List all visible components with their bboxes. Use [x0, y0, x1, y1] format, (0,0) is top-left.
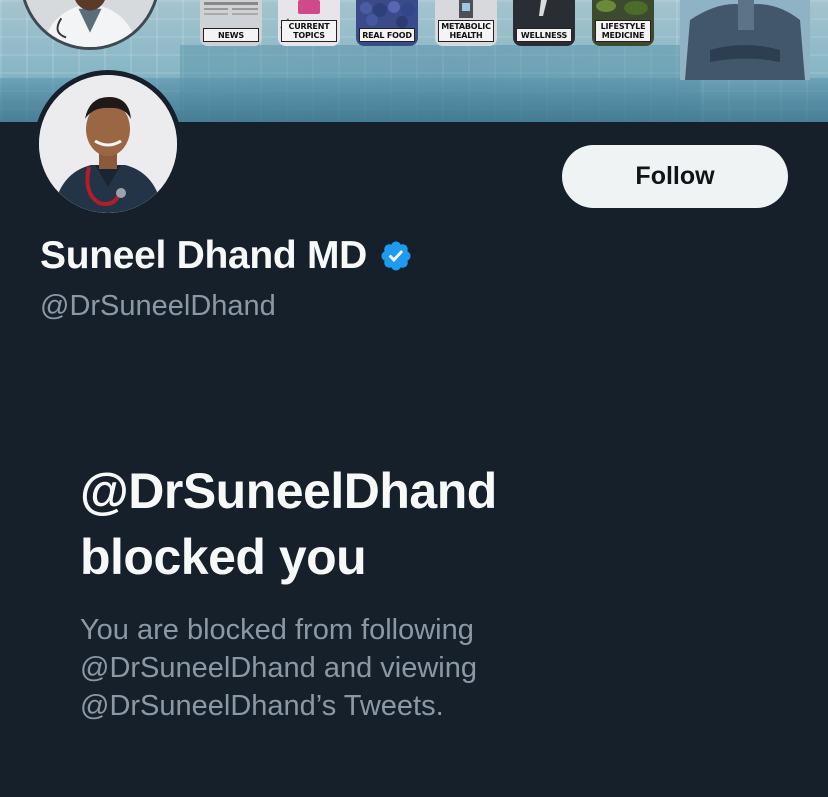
verified-badge-icon[interactable] — [379, 239, 413, 273]
banner-tile-label: REAL FOOD — [359, 28, 415, 42]
blocked-title: @DrSuneelDhand blocked you — [80, 458, 680, 590]
banner-tile-news: NEWS — [200, 0, 262, 46]
banner-tile-label: CURRENT TOPICS — [281, 20, 337, 42]
follow-button[interactable]: Follow — [562, 145, 788, 208]
blocked-description: You are blocked from following @DrSuneel… — [80, 611, 640, 725]
blocked-title-line: @DrSuneelDhand — [80, 463, 497, 519]
banner-tile-current-topics: CURRENT TOPICS — [278, 0, 340, 46]
banner-tile-lifestyle-medicine: LIFESTYLE MEDICINE — [592, 0, 654, 46]
blocked-description-line: @DrSuneelDhand and viewing — [80, 652, 478, 684]
banner-tile-label: LIFESTYLE MEDICINE — [595, 20, 651, 42]
profile-display-name: Suneel Dhand MD — [40, 234, 413, 278]
banner-tile-wellness: WELLNESS — [513, 0, 575, 46]
display-name-text: Suneel Dhand MD — [40, 234, 368, 277]
profile-avatar[interactable] — [34, 70, 182, 218]
blocked-description-line: @DrSuneelDhand’s Tweets. — [80, 690, 444, 722]
banner-man-photo — [680, 0, 810, 80]
banner-tile-label: METABOLIC HEALTH — [438, 20, 494, 42]
blocked-title-line: blocked you — [80, 529, 367, 585]
blocked-description-line: You are blocked from following — [80, 614, 474, 646]
banner-tile-metabolic-health: METABOLIC HEALTH — [435, 0, 497, 46]
banner-tile-label: WELLNESS — [516, 28, 572, 42]
banner-tile-label: NEWS — [203, 28, 259, 42]
profile-handle: @DrSuneelDhand — [40, 290, 276, 322]
avatar-image — [39, 75, 177, 213]
banner-tile-real-food: REAL FOOD — [356, 0, 418, 46]
